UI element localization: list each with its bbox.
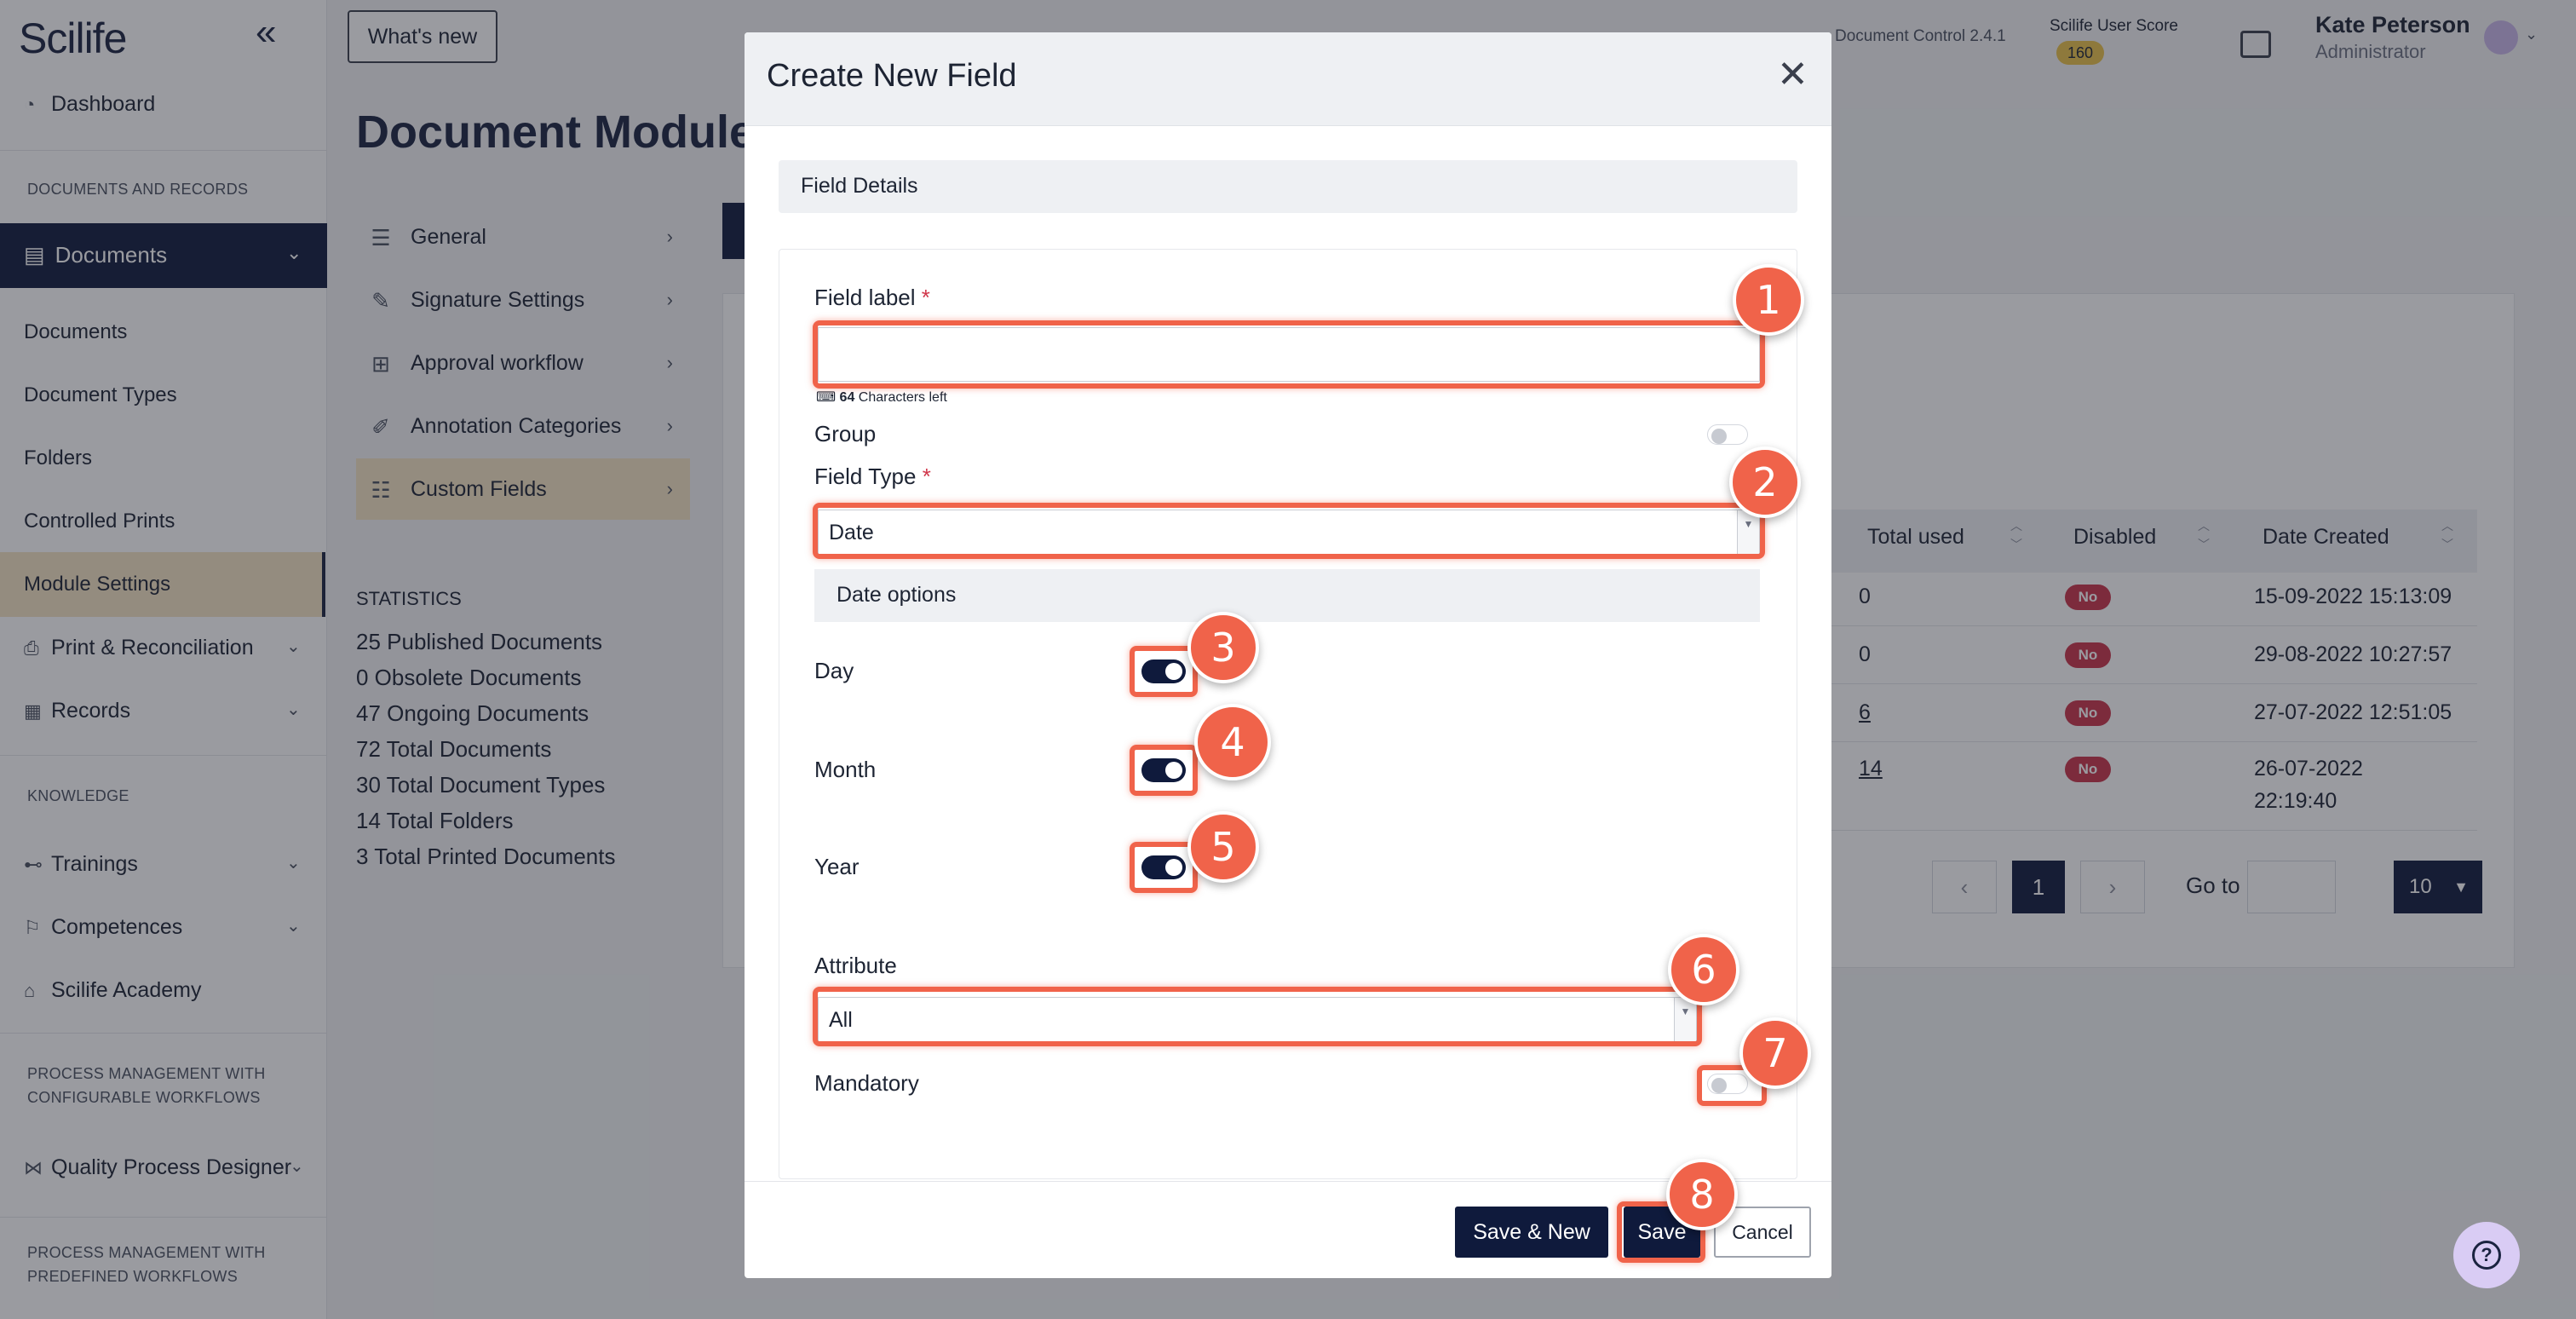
- field-label-label: Field label *: [814, 285, 930, 310]
- step-marker-1: 1: [1733, 264, 1804, 336]
- create-field-modal: Create New Field ✕ Field Details Field l…: [745, 32, 1831, 1278]
- step-marker-5: 5: [1187, 811, 1259, 883]
- date-options-section: Date options: [814, 569, 1760, 622]
- group-label: Group: [814, 421, 877, 446]
- step-marker-6: 6: [1668, 934, 1739, 1005]
- question-icon: ?: [2472, 1241, 2501, 1270]
- year-label: Year: [814, 854, 860, 879]
- month-label: Month: [814, 757, 877, 782]
- help-button[interactable]: ?: [2453, 1222, 2520, 1288]
- highlight-attribute: [813, 987, 1702, 1046]
- modal-header: Create New Field ✕: [745, 32, 1831, 126]
- keyboard-icon: ⌨: [816, 390, 837, 405]
- step-marker-8: 8: [1666, 1159, 1738, 1230]
- highlight-field-type: [813, 503, 1765, 559]
- step-marker-4: 4: [1194, 704, 1271, 780]
- field-type-label: Field Type *: [814, 464, 931, 489]
- highlight-field-label: [813, 320, 1765, 389]
- group-toggle[interactable]: [1707, 424, 1748, 445]
- chars-left-counter: ⌨ 64 Characters left: [816, 390, 947, 405]
- mandatory-label: Mandatory: [814, 1070, 919, 1096]
- highlight-month-toggle: [1130, 745, 1198, 796]
- attribute-label: Attribute: [814, 953, 897, 978]
- field-details-section: Field Details: [779, 160, 1797, 213]
- step-marker-2: 2: [1729, 446, 1801, 518]
- step-marker-3: 3: [1187, 612, 1259, 683]
- save-and-new-button[interactable]: Save & New: [1455, 1207, 1608, 1258]
- close-icon[interactable]: ✕: [1777, 56, 1808, 94]
- day-label: Day: [814, 658, 854, 683]
- modal-title: Create New Field: [767, 58, 1017, 94]
- step-marker-7: 7: [1739, 1017, 1811, 1089]
